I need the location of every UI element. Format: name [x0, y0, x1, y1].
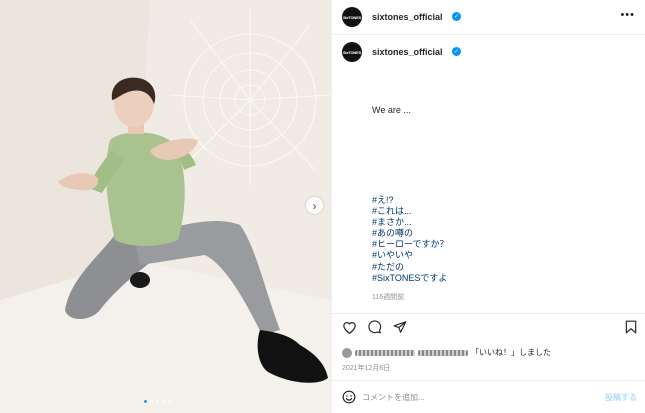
liker-avatar — [342, 347, 352, 358]
bookmark-icon[interactable] — [625, 320, 637, 339]
hashtag[interactable]: #え!? — [372, 195, 448, 206]
time-ago: 116週間前 — [372, 294, 405, 301]
carousel-dot — [156, 400, 159, 403]
carousel-dot — [150, 400, 153, 403]
post-header: SixTONES sixtones_official ✓ ••• — [332, 0, 645, 35]
liker-name-redacted — [418, 349, 468, 356]
liker-name-redacted — [355, 349, 415, 356]
caption-intro: We are ... — [372, 105, 411, 115]
share-send-icon[interactable] — [393, 320, 407, 339]
action-bar — [332, 313, 645, 341]
photo-illustration — [0, 0, 331, 413]
post-details-panel: SixTONES sixtones_official ✓ ••• SixTONE… — [331, 0, 645, 413]
post-comment-button[interactable]: 投稿する — [605, 392, 637, 403]
likes-suffix: 「いいね！」しました — [471, 348, 551, 357]
more-options-icon[interactable]: ••• — [620, 9, 635, 21]
carousel-next-button[interactable]: › — [306, 197, 323, 214]
verified-badge-icon: ✓ — [452, 12, 461, 21]
emoji-smiley-icon[interactable] — [342, 390, 356, 409]
post-photo[interactable]: › — [0, 0, 331, 413]
verified-badge-icon: ✓ — [452, 47, 461, 56]
carousel-dots — [144, 400, 171, 403]
comment-input[interactable] — [362, 390, 592, 404]
hashtag[interactable]: #あの噂の — [372, 228, 448, 239]
hashtag[interactable]: #ヒーローですか？ — [372, 239, 448, 250]
avatar[interactable]: SixTONES — [342, 7, 362, 27]
comment-bar: 投稿する — [332, 380, 645, 413]
author-avatar[interactable]: SixTONES — [342, 42, 362, 62]
hashtag[interactable]: #これは... — [372, 206, 448, 217]
comment-bubble-icon[interactable] — [367, 320, 382, 339]
header-username[interactable]: sixtones_official — [372, 12, 443, 22]
carousel-dot — [168, 400, 171, 403]
hashtag[interactable]: #SixTONESですよ — [372, 273, 448, 284]
chevron-right-icon: › — [312, 198, 317, 213]
caption: We are ... #え!? #これは... #まさか... #あの噂の #ヒ… — [372, 105, 448, 284]
author-username[interactable]: sixtones_official — [372, 47, 443, 57]
hashtag[interactable]: #いやいや — [372, 250, 448, 261]
post-date: 2021年12月6日 — [342, 365, 391, 372]
carousel-dot — [162, 400, 165, 403]
hashtag[interactable]: #まさか... — [372, 217, 448, 228]
likes-line: 「いいね！」しました — [342, 347, 551, 358]
hashtag[interactable]: #ただの — [372, 262, 448, 273]
carousel-dot — [144, 400, 147, 403]
like-heart-icon[interactable] — [342, 320, 357, 339]
